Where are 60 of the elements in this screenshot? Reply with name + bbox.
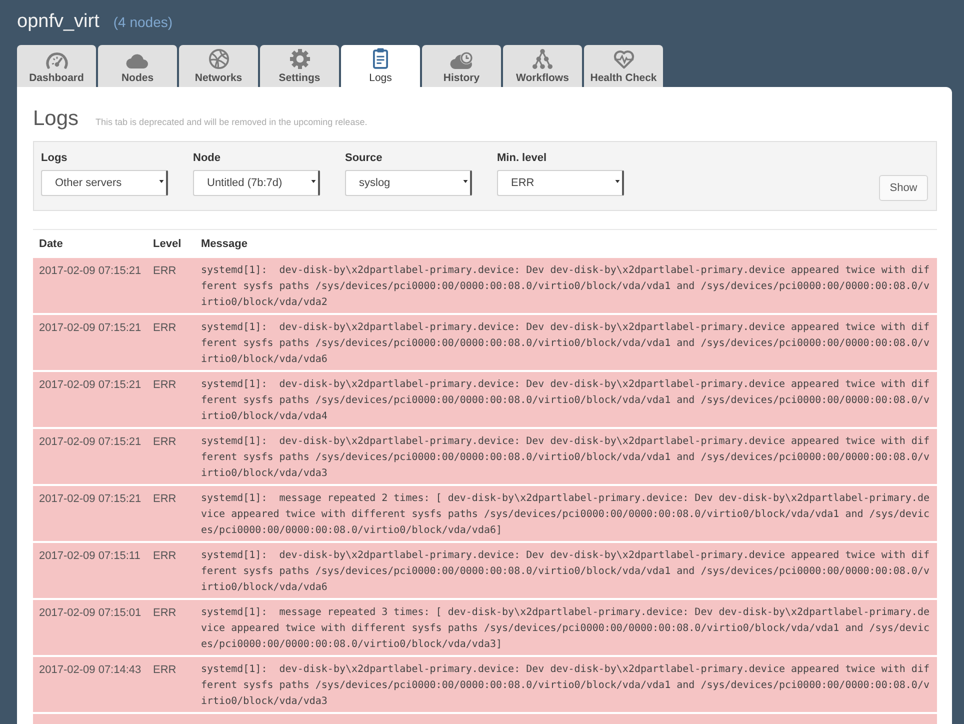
level-cell-text: ERR xyxy=(152,378,178,393)
cloud-clock-icon xyxy=(450,52,473,69)
message-cell-text: systemd[1]: dev-disk-by\x2dpartlabel-primary.device: Dev dev-disk-by\x2dpartlabel-primary.device appeared twice with different sysfs paths /sys/devices/pci0000:00/0000:00:08.0/virtio0/block/vda/vda1 and /sys/devices/pci0000:00/0000:00:08.0/virtio0/block/vda/vda6 xyxy=(201,321,930,367)
tab[interactable]: Dashboard xyxy=(17,45,96,87)
date-cell-text: 2017-02-09 07:15:21 xyxy=(38,321,142,336)
hierarchy-icon xyxy=(532,49,553,69)
message-cell-text: systemd[1]: dev-disk-by\x2dpartlabel-primary.device: Dev dev-disk-by\x2dpartlabel-primary.device appeared twice with different sysfs paths /sys/devices/pci0000:00/0000:00:08.0/virtio0/block/vda/vda1 and /sys/devices/pci0000:00/0000:00:08.0/virtio0/block/vda/vda6 xyxy=(201,549,930,595)
level-cell-text: ERR xyxy=(152,264,178,279)
tab[interactable]: Settings xyxy=(260,45,339,87)
date-cell-text: 2017-02-09 07:14:43 xyxy=(38,663,142,678)
caret-icon xyxy=(463,180,468,183)
tab[interactable]: History xyxy=(422,45,501,87)
gauge-icon xyxy=(46,52,68,69)
column-header: Level xyxy=(152,238,182,250)
level-cell-text: ERR xyxy=(152,606,178,621)
date-cell-text: 2017-02-09 07:15:21 xyxy=(38,378,142,393)
clipboard-icon xyxy=(373,48,388,69)
gear-icon xyxy=(290,49,310,69)
message-cell-text: systemd[1]: message repeated 3 times: [ dev-disk-by\x2dpartlabel-primary.device: Dev dev-disk-by\x2dpartlabel-primary.device appeared twice with different sysfs paths /sys/devices/pci0000:00/0000:00:08.0/virtio0/block/vda/vda1 and /sys/devices/pci0000:00/0000:00:08.0/virtio0/block/vda/vda3] xyxy=(201,606,930,652)
tab[interactable]: Workflows xyxy=(503,45,582,87)
globe-icon xyxy=(208,49,228,69)
show-button[interactable]: Show xyxy=(879,175,928,201)
level-cell-text: ERR xyxy=(152,549,178,564)
message-cell-text: systemd[1]: dev-disk-by\x2dpartlabel-primary.device: Dev dev-disk-by\x2dpartlabel-primary.device appeared twice with different sysfs paths /sys/devices/pci0000:00/0000:00:08.0/virtio0/block/vda/vda1 and /sys/devices/pci0000:00/0000:00:08.0/virtio0/block/vda/vda3 xyxy=(201,435,930,481)
level-cell-text: ERR xyxy=(152,492,178,507)
date-cell-text: 2017-02-09 07:15:01 xyxy=(38,606,142,621)
cluster-title: opnfv_virt xyxy=(17,10,100,32)
filter-label: Min. level xyxy=(497,151,548,165)
date-cell-text: 2017-02-09 07:15:21 xyxy=(38,492,142,507)
column-header: Date xyxy=(38,238,64,250)
level-cell-text: ERR xyxy=(152,663,178,678)
dropdown[interactable]: syslog xyxy=(345,170,472,196)
caret-icon xyxy=(311,180,316,183)
level-cell-text: ERR xyxy=(152,435,178,450)
caret-icon xyxy=(159,180,164,183)
deprecation-notice: This tab is deprecated and will be removed in the upcoming release. xyxy=(96,117,368,127)
tab[interactable]: Logs xyxy=(341,45,420,87)
dropdown[interactable]: Untitled (7b:7d) xyxy=(193,170,320,196)
date-cell-text: 2017-02-09 07:15:21 xyxy=(38,435,142,450)
message-cell-text: systemd[1]: message repeated 2 times: [ dev-disk-by\x2dpartlabel-primary.device: Dev dev-disk-by\x2dpartlabel-primary.device appeared twice with different sysfs paths /sys/devices/pci0000:00/0000:00:08.0/virtio0/block/vda/vda1 and /sys/devices/pci0000:00/0000:00:08.0/virtio0/block/vda/vda6] xyxy=(201,492,930,538)
message-cell-text: systemd[1]: dev-disk-by\x2dpartlabel-primary.device: Dev dev-disk-by\x2dpartlabel-primary.device appeared twice with different sysfs paths /sys/devices/pci0000:00/0000:00:08.0/virtio0/block/vda/vda1 and /sys/devices/pci0000:00/0000:00:08.0/virtio0/block/vda/vda3 xyxy=(201,663,930,709)
message-cell-text: systemd[1]: dev-disk-by\x2dpartlabel-primary.device: Dev dev-disk-by\x2dpartlabel-primary.device appeared twice with different sysfs paths /sys/devices/pci0000:00/0000:00:08.0/virtio0/block/vda/vda1 and /sys/devices/pci0000:00/0000:00:08.0/virtio0/block/vda/vda4 xyxy=(201,378,930,424)
message-cell-text: systemd[1]: dev-disk-by\x2dpartlabel-primary.device: Dev dev-disk-by\x2dpartlabel-primary.device appeared twice with different sysfs paths /sys/devices/pci0000:00/0000:00:08.0/virtio0/block/vda/vda1 and /sys/devices/pci0000:00/0000:00:08.0/virtio0/block/vda/vda2 xyxy=(201,264,930,310)
dropdown[interactable]: ERR xyxy=(497,170,624,196)
page-heading: Logs xyxy=(33,106,79,132)
tab[interactable]: Networks xyxy=(179,45,258,87)
column-header: Message xyxy=(200,238,248,250)
heart-pulse-icon xyxy=(612,50,634,69)
date-cell-text: 2017-02-09 07:15:11 xyxy=(38,549,142,564)
date-cell-text: 2017-02-09 07:15:21 xyxy=(38,264,142,279)
node-count: (4 nodes) xyxy=(113,14,173,30)
cloud-icon xyxy=(126,54,149,69)
filter-label: Source xyxy=(345,151,384,165)
filter-label: Logs xyxy=(41,151,68,165)
level-cell-text: ERR xyxy=(152,321,178,336)
tab[interactable]: Nodes xyxy=(98,45,177,87)
tab[interactable]: Health Check xyxy=(584,45,663,87)
caret-icon xyxy=(615,180,620,183)
dropdown[interactable]: Other servers xyxy=(41,170,168,196)
filter-label: Node xyxy=(193,151,222,165)
